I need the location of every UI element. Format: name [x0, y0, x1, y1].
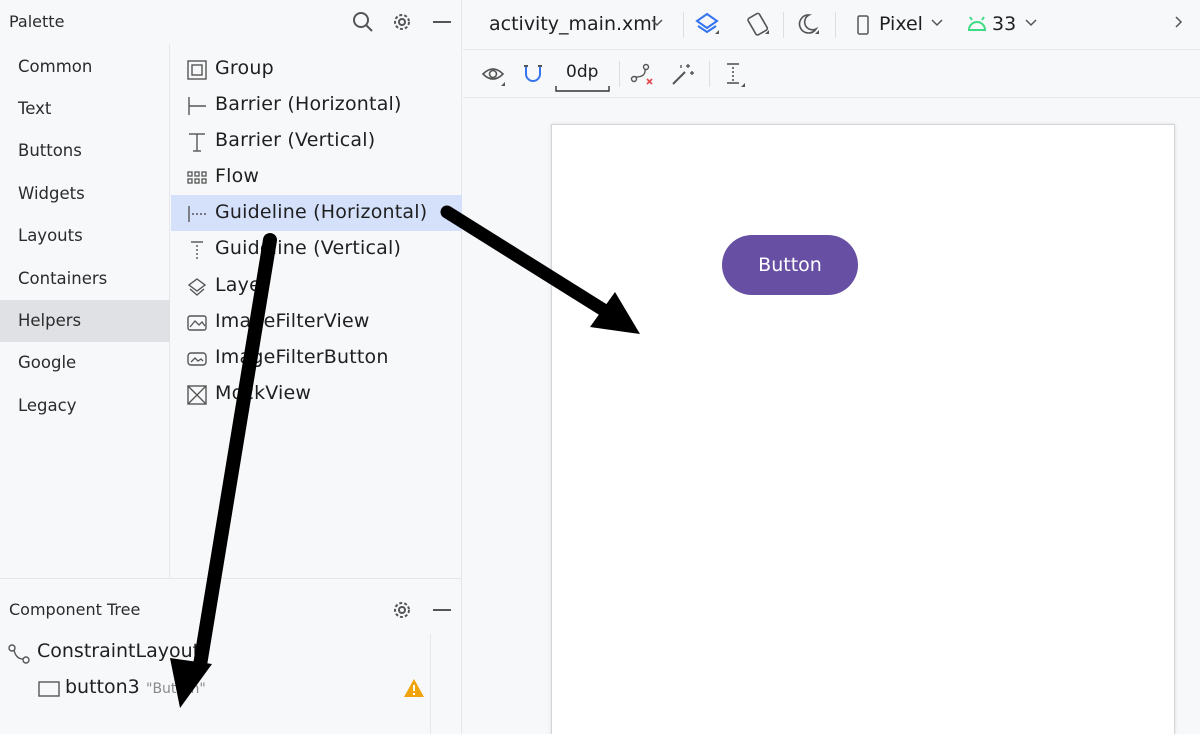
category-common[interactable]: Common	[0, 46, 170, 88]
toolbar-separator	[619, 61, 620, 87]
widget-label: MockView	[215, 382, 312, 404]
toolbar-separator	[709, 61, 710, 87]
file-selector[interactable]: activity_main.xml	[489, 13, 657, 35]
guideline-horizontal-icon	[187, 204, 207, 224]
toolbar-separator	[683, 12, 684, 38]
widget-layer[interactable]: Layer	[171, 268, 462, 304]
component-tree-title: Component Tree	[9, 600, 141, 619]
gear-icon[interactable]	[390, 598, 414, 622]
design-editor: activity_main.xml Pixel 33 0dp Button	[463, 0, 1200, 734]
search-icon[interactable]	[351, 10, 375, 34]
tree-item-constraintlayout[interactable]: ConstraintLayout	[0, 635, 430, 671]
toolbar-separator	[835, 12, 836, 38]
design-canvas[interactable]: Button	[551, 124, 1175, 734]
image-filter-view-icon	[187, 313, 207, 333]
panel-divider[interactable]	[0, 578, 462, 579]
chevron-right-icon[interactable]	[1170, 14, 1186, 30]
align-icon[interactable]	[721, 61, 747, 87]
image-filter-button-icon	[187, 349, 207, 369]
widget-label: ImageFilterView	[215, 310, 370, 332]
minimize-icon[interactable]	[430, 10, 454, 34]
barrier-vertical-icon	[187, 132, 207, 152]
tree-item-button3[interactable]: button3 "Button"	[0, 671, 430, 707]
widget-barrier-vertical[interactable]: Barrier (Vertical)	[171, 123, 462, 159]
group-icon	[187, 60, 207, 80]
palette-title: Palette	[9, 12, 65, 31]
gear-icon[interactable]	[390, 10, 414, 34]
toolbar-separator	[783, 12, 784, 38]
api-level-selector[interactable]: 33	[992, 13, 1016, 35]
widget-label: Group	[215, 57, 274, 79]
widget-guideline-horizontal[interactable]: Guideline (Horizontal)	[171, 195, 462, 231]
infer-constraints-icon[interactable]	[670, 62, 696, 88]
clear-constraints-icon[interactable]	[630, 62, 656, 88]
tree-divider	[430, 634, 431, 734]
mockview-icon	[187, 385, 207, 405]
widget-guideline-vertical[interactable]: Guideline (Vertical)	[171, 231, 462, 267]
minimize-icon[interactable]	[430, 598, 454, 622]
widget-mockview[interactable]: MockView	[171, 376, 462, 412]
category-layouts[interactable]: Layouts	[0, 215, 170, 257]
tree-sublabel: "Button"	[146, 681, 206, 697]
category-containers[interactable]: Containers	[0, 258, 170, 300]
category-google[interactable]: Google	[0, 342, 170, 384]
widget-label: Guideline (Vertical)	[215, 237, 402, 259]
orientation-icon[interactable]	[745, 12, 771, 38]
barrier-horizontal-icon	[187, 96, 207, 116]
chevron-down-icon[interactable]	[649, 14, 665, 30]
device-selector[interactable]: Pixel	[879, 13, 923, 35]
constraint-layout-icon	[8, 643, 30, 669]
component-tree-header: Component Tree	[0, 588, 462, 632]
widget-label: Barrier (Horizontal)	[215, 93, 402, 115]
default-margin-selector[interactable]: 0dp	[566, 62, 598, 82]
preview-button[interactable]: Button	[722, 235, 858, 295]
tree-label: ConstraintLayout	[37, 640, 201, 662]
palette-category-list: Common Text Buttons Widgets Layouts Cont…	[0, 44, 170, 578]
magnet-icon[interactable]	[520, 61, 546, 87]
device-icon[interactable]	[855, 12, 871, 38]
left-panel: Palette Common Text Buttons Widgets Layo…	[0, 0, 462, 734]
widget-label: Flow	[215, 165, 260, 187]
widget-image-filter-button[interactable]: ImageFilterButton	[171, 340, 462, 376]
flow-icon	[187, 168, 207, 188]
warning-icon[interactable]	[403, 678, 425, 702]
widget-image-filter-view[interactable]: ImageFilterView	[171, 304, 462, 340]
design-toolbar: 0dp	[463, 50, 1200, 98]
top-toolbar: activity_main.xml Pixel 33	[463, 0, 1200, 50]
widget-label: Guideline (Horizontal)	[215, 201, 428, 223]
widget-group[interactable]: Group	[171, 51, 462, 87]
android-icon	[967, 14, 987, 34]
category-helpers[interactable]: Helpers	[0, 300, 170, 342]
palette-header: Palette	[0, 0, 462, 44]
category-buttons[interactable]: Buttons	[0, 130, 170, 172]
widget-label: Layer	[215, 274, 269, 296]
widget-flow[interactable]: Flow	[171, 159, 462, 195]
chevron-down-icon[interactable]	[1023, 14, 1039, 30]
eye-icon[interactable]	[481, 62, 507, 88]
tree-label: button3	[65, 676, 140, 698]
chevron-down-icon[interactable]	[929, 14, 945, 30]
button-icon	[38, 680, 60, 702]
widget-label: Barrier (Vertical)	[215, 129, 376, 151]
category-widgets[interactable]: Widgets	[0, 173, 170, 215]
category-text[interactable]: Text	[0, 88, 170, 130]
night-mode-icon[interactable]	[795, 12, 821, 38]
design-blueprint-icon[interactable]	[695, 12, 721, 38]
margin-bracket-icon	[555, 80, 611, 92]
palette-widget-list: Group Barrier (Horizontal) Barrier (Vert…	[171, 50, 462, 450]
widget-barrier-horizontal[interactable]: Barrier (Horizontal)	[171, 87, 462, 123]
guideline-vertical-icon	[187, 240, 207, 260]
widget-label: ImageFilterButton	[215, 346, 389, 368]
category-legacy[interactable]: Legacy	[0, 385, 170, 427]
layer-icon	[187, 277, 207, 297]
